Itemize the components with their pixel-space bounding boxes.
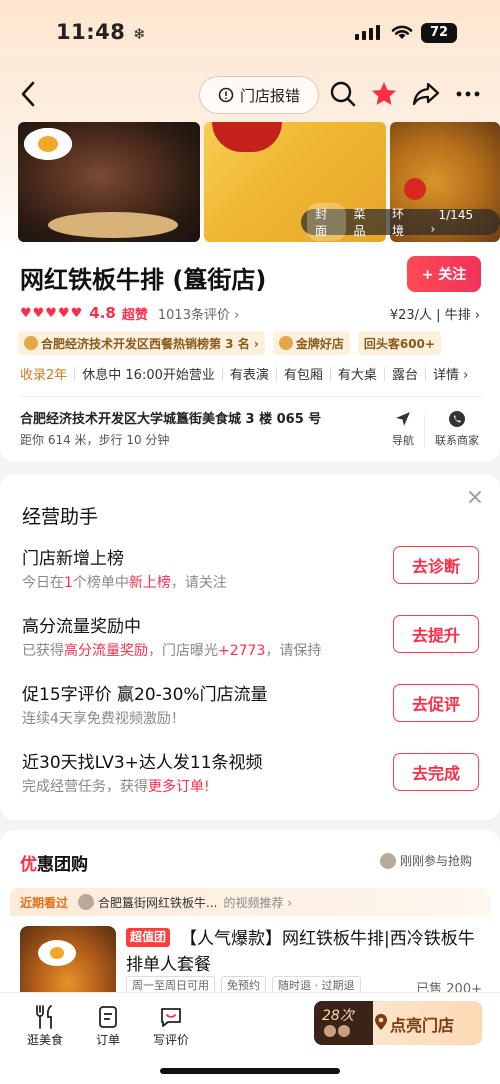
location-pin-icon <box>375 1014 387 1030</box>
shop-address[interactable]: 合肥经济技术开发区大学城簋街美食城 3 楼 065 号 <box>20 408 321 427</box>
task-subtitle: 已获得高分流量奖励，门店曝光+2773，请保持 <box>22 643 322 659</box>
heart-rating-icon: ♥♥♥♥♥ <box>20 305 84 321</box>
fork-knife-icon <box>36 1005 52 1029</box>
facility-tag: 有大桌 <box>337 368 377 383</box>
review-smile-icon <box>161 1008 181 1027</box>
tab-label: 逛美食 <box>26 1033 63 1047</box>
avatar <box>380 852 396 869</box>
tab-label: 写评价 <box>152 1033 189 1047</box>
deals-title: 优惠团购 <box>20 855 88 875</box>
shop-badges: 合肥经济技术开发区西餐热销榜第 3 名 › 金牌好店 回头客600+ <box>18 331 441 355</box>
price-category[interactable]: ¥23/人 | 牛排 › <box>390 304 480 323</box>
repeat-customer-badge[interactable]: 回头客600+ <box>357 331 441 355</box>
info-circle-icon <box>218 87 234 103</box>
cellular-signal-icon <box>355 25 380 40</box>
review-count-link[interactable]: 1013条评价 › <box>158 304 239 323</box>
search-icon[interactable] <box>329 80 357 108</box>
contact-merchant-button[interactable]: 联系商家 <box>432 410 482 448</box>
medal-icon <box>24 336 38 350</box>
navigation-arrow-icon <box>396 412 410 426</box>
promote-review-button[interactable]: 去促评 <box>393 684 479 722</box>
task-subtitle: 连续4天享免费视频激励！ <box>22 711 185 727</box>
task-item: 高分流量奖励中 已获得高分流量奖励，门店曝光+2773，请保持 去提升 <box>22 612 480 672</box>
photo-category-tabs[interactable]: 封面 菜品 环境 1/145 › <box>301 203 500 241</box>
recently-viewed-row[interactable]: 近期看过 合肥簋街网红铁板牛... 的视频推荐 › <box>10 888 490 916</box>
phone-icon <box>449 411 465 427</box>
task-title: 近30天找LV3+达人发11条视频 <box>22 753 263 773</box>
task-subtitle: 今日在1个榜单中新上榜，请关注 <box>22 575 227 591</box>
photo-tab-cover[interactable]: 封面 <box>307 203 346 241</box>
shop-name: 网红铁板牛排 (簋街店) <box>20 266 267 294</box>
battery-icon: 72 <box>421 23 457 43</box>
task-title: 高分流量奖励中 <box>22 617 141 637</box>
medal-icon <box>278 336 293 350</box>
value-deal-tag: 超值团 <box>126 928 171 947</box>
home-indicator <box>160 1068 340 1074</box>
more-icon[interactable] <box>455 84 481 104</box>
shop-info-card: 网红铁板牛排 (簋街店) + 关注 ♥♥♥♥♥ 4.8 超赞 1013条评价 ›… <box>0 242 500 462</box>
task-item: 近30天找LV3+达人发11条视频 完成经营任务，获得更多订单! 去完成 <box>22 748 480 808</box>
tab-label: 订单 <box>95 1033 120 1047</box>
follow-button[interactable]: + 关注 <box>407 256 481 292</box>
light-up-shop-button[interactable]: 28次 点亮门店 <box>314 1001 482 1045</box>
recent-purchase-indicator: 刚刚参与抢购 <box>380 852 472 869</box>
recommender-name: 合肥簋街网红铁板牛... <box>98 895 218 910</box>
avatar <box>78 894 95 910</box>
navigate-label: 导航 <box>392 434 414 447</box>
ranking-badge[interactable]: 合肥经济技术开发区西餐热销榜第 3 名 › <box>18 331 265 355</box>
details-link[interactable]: 详情 › <box>433 364 468 383</box>
tab-write-review[interactable]: 写评价 <box>143 1003 199 1048</box>
photo-tab-environment[interactable]: 环境 <box>384 203 423 241</box>
photo-tab-dishes[interactable]: 菜品 <box>346 203 385 241</box>
wifi-icon <box>391 25 413 39</box>
rating-score: 4.8 <box>89 304 116 322</box>
back-arrow-icon[interactable] <box>18 80 38 108</box>
report-error-label: 门店报错 <box>239 86 300 105</box>
facility-tag: 有表演 <box>229 368 269 383</box>
divider <box>20 396 482 397</box>
status-time: 11:48 ❄ <box>56 20 147 44</box>
rating-row[interactable]: ♥♥♥♥♥ 4.8 超赞 1013条评价 › ¥23/人 | 牛排 › <box>20 302 482 324</box>
task-subtitle: 完成经营任务，获得更多订单! <box>22 779 210 795</box>
task-item: 促15字评价 赢20-30%门店流量 连续4天享免费视频激励！ 去促评 <box>22 680 480 740</box>
top-nav: 门店报错 <box>0 72 500 116</box>
recently-viewed-label: 近期看过 <box>20 895 69 910</box>
improve-button[interactable]: 去提升 <box>393 615 479 653</box>
assistant-title: 经营助手 <box>22 506 99 528</box>
avatar <box>324 1025 350 1037</box>
rating-word: 超赞 <box>121 307 148 323</box>
close-icon[interactable] <box>466 488 484 506</box>
status-bar: 11:48 ❄ 72 <box>0 0 500 64</box>
report-error-button[interactable]: 门店报错 <box>199 76 319 114</box>
photo-counter[interactable]: 1/145 › <box>423 206 494 238</box>
navigate-button[interactable]: 导航 <box>378 410 428 448</box>
task-title: 门店新增上榜 <box>22 549 124 569</box>
facility-tag: 有包厢 <box>283 368 323 383</box>
diagnose-button[interactable]: 去诊断 <box>393 546 479 584</box>
shop-info-row[interactable]: 收录2年 休息中 16:00开始营业 有表演 有包厢 有大桌 露台 详情 › <box>20 364 482 383</box>
order-list-icon <box>99 1006 117 1028</box>
light-up-count: 28次 <box>322 1008 354 1024</box>
deal-title[interactable]: 【人气爆款】网红铁板牛排|西冷铁板牛排单人套餐 <box>126 926 482 978</box>
light-up-label: 点亮门店 <box>390 1016 455 1035</box>
gold-shop-badge[interactable]: 金牌好店 <box>272 331 350 355</box>
task-item: 门店新增上榜 今日在1个榜单中新上榜，请关注 去诊断 <box>22 544 480 604</box>
business-assistant-card: 经营助手 门店新增上榜 今日在1个榜单中新上榜，请关注 去诊断 高分流量奖励中 … <box>0 474 500 820</box>
share-icon[interactable] <box>411 80 441 108</box>
complete-button[interactable]: 去完成 <box>393 753 479 791</box>
favorite-star-icon[interactable] <box>370 80 398 108</box>
tab-orders[interactable]: 订单 <box>80 1003 136 1048</box>
steak-photo[interactable] <box>18 122 200 242</box>
tab-browse-food[interactable]: 逛美食 <box>17 1003 73 1048</box>
business-hours: 休息中 16:00开始营业 <box>82 368 215 383</box>
contact-merchant-label: 联系商家 <box>435 434 479 447</box>
snowflake-icon: ❄ <box>133 25 147 43</box>
listing-years: 收录2年 <box>20 368 68 383</box>
facility-tag: 露台 <box>391 368 418 383</box>
video-recommend-link[interactable]: 的视频推荐 › <box>223 894 292 911</box>
shop-distance: 距你 614 米，步行 10 分钟 <box>20 433 170 447</box>
task-title: 促15字评价 赢20-30%门店流量 <box>22 685 268 705</box>
